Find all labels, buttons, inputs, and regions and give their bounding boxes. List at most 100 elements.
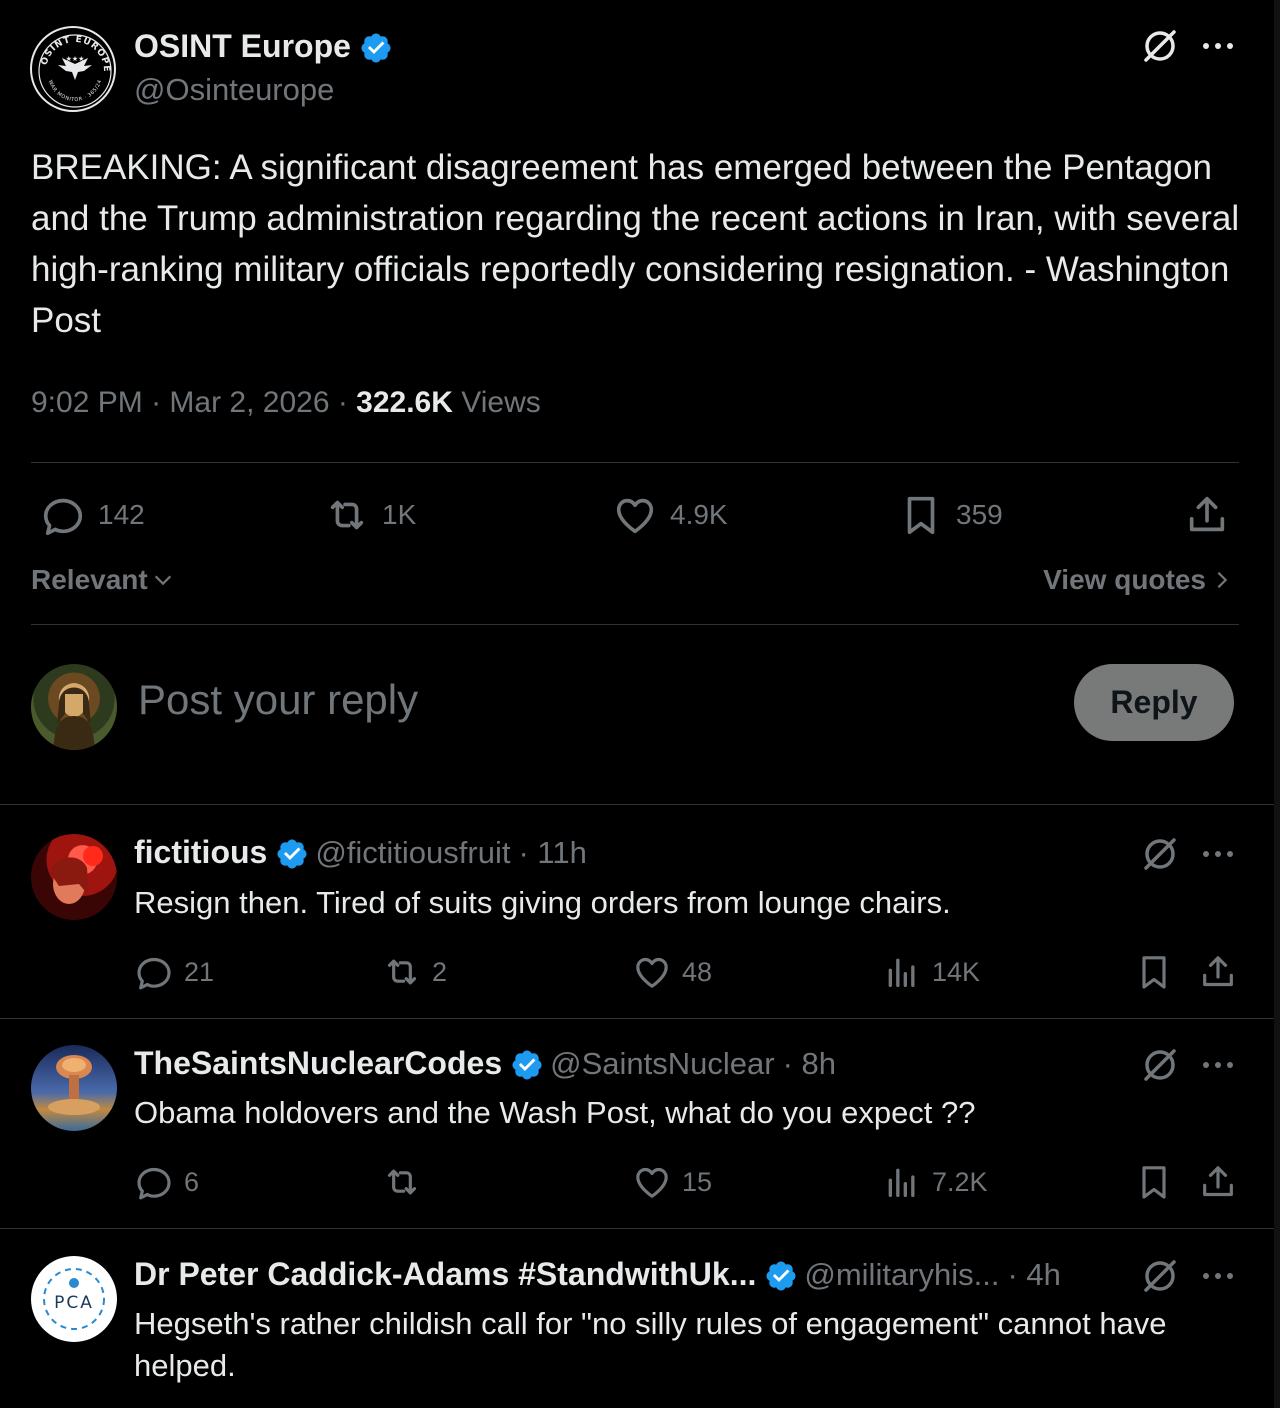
bookmark-icon[interactable] [1134,1162,1174,1202]
like-icon[interactable] [632,1162,672,1202]
reply-avatar[interactable] [31,834,117,920]
verified-badge-icon[interactable] [764,1259,796,1291]
reply-text: Resign then. Tired of suits giving order… [134,885,951,920]
repost-icon[interactable] [324,492,370,538]
author-handle[interactable]: @Osinteurope [134,72,334,108]
meta-separator: · [337,386,357,419]
chevron-down-icon[interactable] [152,569,174,591]
post-text: BREAKING: A significant disagreement has… [31,148,1240,340]
divider [0,1018,1274,1019]
reply-header: Dr Peter Caddick-Adams #StandwithUk... @… [134,1256,1061,1293]
reply-button[interactable]: Reply [1074,664,1234,741]
like-icon[interactable] [632,952,672,992]
post-time[interactable]: 9:02 PM [31,386,143,419]
author-name[interactable]: OSINT Europe [134,28,391,65]
reply-count: 21 [184,956,215,987]
reply-author-handle[interactable]: @SaintsNuclear [550,1046,774,1082]
view-quotes-label[interactable]: View quotes [1043,564,1206,596]
like-icon[interactable] [612,492,658,538]
views-icon[interactable] [882,1162,922,1202]
reply-author-name[interactable]: Dr Peter Caddick-Adams #StandwithUk... [134,1256,756,1293]
reply-action[interactable]: 21 [134,952,214,992]
views-action[interactable]: 14K [882,952,980,992]
repost-action[interactable] [382,1162,432,1202]
like-action[interactable]: 15 [632,1162,712,1202]
chevron-right-icon[interactable] [1214,569,1230,591]
author-avatar[interactable]: OSINT EUROPE WAR MONITOR · 365/24 ★★★ [30,26,116,112]
like-count: 4.9K [670,499,728,530]
reply-header: TheSaintsNuclearCodes @SaintsNuclear · 8… [134,1045,836,1082]
reply-author-name[interactable]: TheSaintsNuclearCodes [134,1045,502,1082]
more-icon[interactable] [1198,834,1238,874]
reply-icon[interactable] [40,492,86,538]
bookmark-action[interactable]: 359 [898,492,1003,538]
bookmark-icon[interactable] [898,492,944,538]
reply-time[interactable]: · 4h [1007,1257,1060,1293]
like-action[interactable]: 48 [632,952,712,992]
divider [0,804,1274,805]
bookmark-icon[interactable] [1134,952,1174,992]
user-avatar[interactable] [31,664,117,750]
svg-text:WAR MONITOR · 365/24: WAR MONITOR · 365/24 [47,79,103,103]
sort-dropdown[interactable]: Relevant [31,564,174,596]
more-icon[interactable] [1198,26,1238,66]
meta-separator: · [151,386,170,419]
reply-time[interactable]: · 11h [518,835,586,871]
views-action[interactable]: 7.2K [882,1162,988,1202]
reply-avatar[interactable]: PCA [31,1256,117,1342]
grok-icon[interactable] [1140,834,1180,874]
repost-count: 1K [382,499,417,530]
like-action[interactable]: 4.9K [612,492,728,538]
view-quotes-link[interactable]: View quotes [1043,564,1230,596]
reply-author-name[interactable]: fictitious [134,834,267,871]
reply-action[interactable]: 6 [134,1162,199,1202]
repost-count: 2 [432,956,448,987]
reply-author-handle[interactable]: @militaryhis... [804,1257,999,1293]
author-name-text[interactable]: OSINT Europe [134,28,351,65]
views-count: 14K [932,956,981,987]
reply-text: Hegseth's rather childish call for "no s… [134,1306,1167,1383]
reply-action[interactable]: 142 [40,492,145,538]
more-icon[interactable] [1198,1045,1238,1085]
views-icon[interactable] [882,952,922,992]
more-icon[interactable] [1198,1256,1238,1296]
verified-badge-icon[interactable] [359,31,391,63]
repost-action[interactable]: 2 [382,952,447,992]
reply-icon[interactable] [134,952,174,992]
reply-count: 6 [184,1166,200,1197]
reply-author-handle[interactable]: @fictitiousfruit [315,835,510,871]
share-icon[interactable] [1184,492,1230,538]
repost-action[interactable]: 1K [324,492,416,538]
grok-icon[interactable] [1140,1045,1180,1085]
like-count: 15 [682,1166,713,1197]
views-count: 322.6K [356,386,453,419]
svg-text:★★★: ★★★ [66,55,85,63]
share-icon[interactable] [1198,952,1238,992]
post-metadata: 9:02 PM · Mar 2, 2026 · 322.6K Views [31,386,541,420]
share-icon[interactable] [1198,1162,1238,1202]
post-date[interactable]: Mar 2, 2026 [169,386,329,419]
reply-text: Obama holdovers and the Wash Post, what … [134,1095,976,1130]
sort-label[interactable]: Relevant [31,564,148,596]
grok-icon[interactable] [1140,26,1180,66]
reply-avatar[interactable] [31,1045,117,1131]
reply-input[interactable]: Post your reply [138,676,418,724]
reply-icon[interactable] [134,1162,174,1202]
repost-icon[interactable] [382,1162,422,1202]
reply-time[interactable]: · 8h [783,1046,836,1082]
bookmark-count: 359 [956,499,1003,530]
verified-badge-icon[interactable] [275,837,307,869]
divider [0,1228,1274,1229]
reply-header: fictitious @fictitiousfruit · 11h [134,834,587,871]
share-action[interactable] [1184,492,1230,538]
like-count: 48 [682,956,713,987]
reply-count: 142 [98,499,145,530]
repost-icon[interactable] [382,952,422,992]
views-label: Views [461,386,541,419]
verified-badge-icon[interactable] [510,1048,542,1080]
scrollbar[interactable] [1274,0,1280,1408]
divider [31,624,1239,625]
divider [31,462,1239,463]
grok-icon[interactable] [1140,1256,1180,1296]
avatar-text-bottom: WAR MONITOR · 365/24 [47,79,103,103]
